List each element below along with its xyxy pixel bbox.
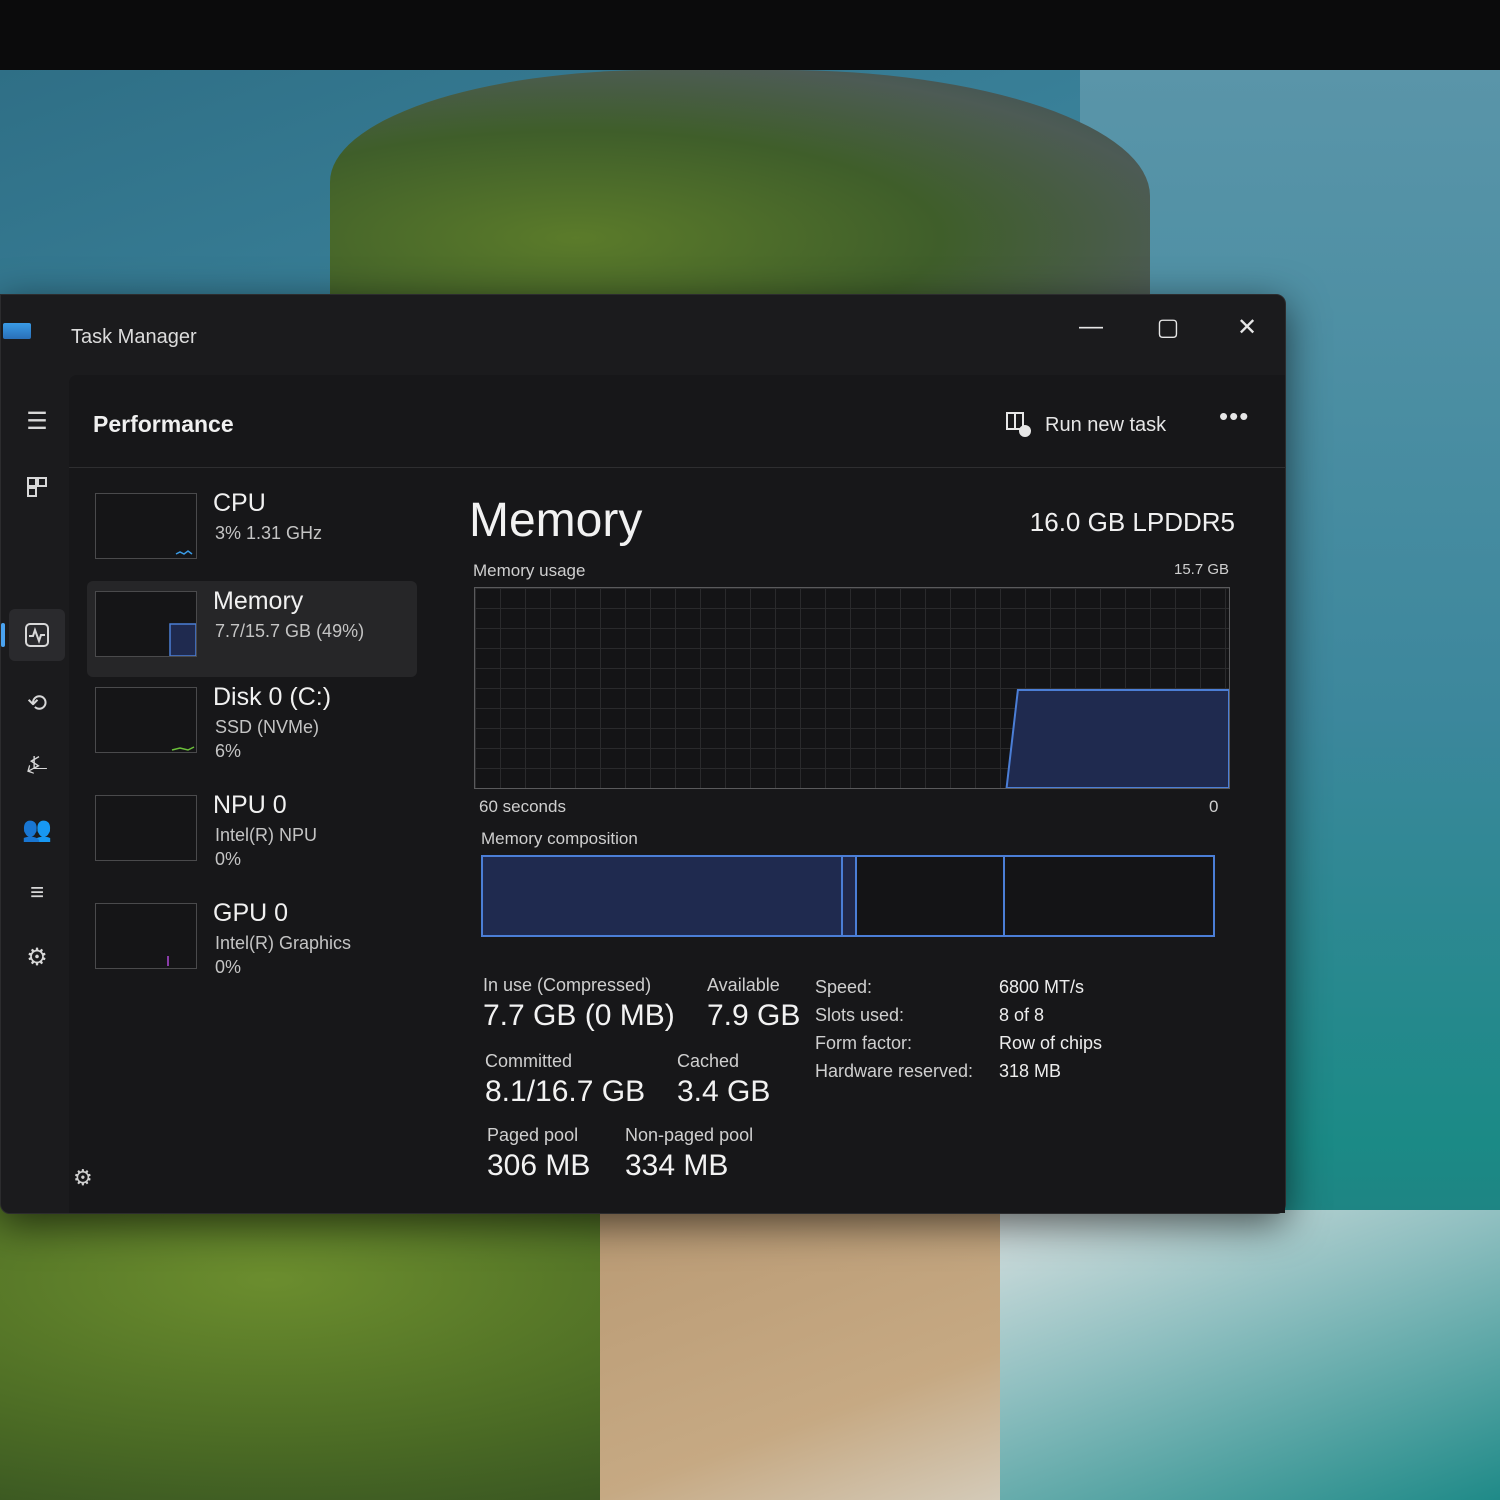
device-stat: 0% <box>215 849 242 869</box>
run-task-icon <box>1006 412 1031 437</box>
memory-usage-label: Memory usage <box>473 561 586 580</box>
composition-standby <box>857 857 1005 935</box>
maximize-button[interactable]: ▢ <box>1138 303 1198 351</box>
device-disk[interactable]: Disk 0 (C:) SSD (NVMe) 6% <box>87 677 417 773</box>
form-factor-label: Form factor: <box>815 1033 913 1053</box>
device-name: NPU 0 <box>213 791 287 819</box>
device-type: Intel(R) Graphics <box>215 933 352 953</box>
device-gpu[interactable]: GPU 0 Intel(R) Graphics 0% <box>87 893 417 989</box>
zero-axis-label: 0 <box>1209 797 1219 816</box>
form-factor-value: Row of chips <box>999 1033 1103 1053</box>
services-icon[interactable]: ⚙ <box>9 931 65 983</box>
app-history-icon[interactable]: ⟲ <box>9 677 65 729</box>
gpu-thumbnail-graph <box>95 903 197 969</box>
memory-thumbnail-graph <box>95 591 197 657</box>
composition-free <box>1005 857 1213 935</box>
device-cpu[interactable]: CPU 3% 1.31 GHz <box>87 483 417 579</box>
device-name: Memory <box>213 587 304 615</box>
available-label: Available <box>707 975 780 995</box>
startup-icon[interactable]: ⍼ <box>9 739 65 791</box>
window-title: Task Manager <box>71 326 197 348</box>
run-new-task-label: Run new task <box>1045 413 1167 436</box>
page-title: Performance <box>93 411 234 437</box>
navigation-rail: ☰ ⟲ ⍼ 👥 ≡ ⚙ <box>1 375 69 1213</box>
committed-label: Committed <box>485 1051 573 1071</box>
device-stat: 0% <box>215 957 242 977</box>
cpu-mini-chart <box>175 550 193 555</box>
content-pane: Performance Run new task ••• CPU 3% 1.31… <box>69 375 1285 1213</box>
task-manager-window: Task Manager — ▢ ✕ ☰ ⟲ ⍼ 👥 ≡ ⚙ Performan… <box>0 294 1286 1214</box>
performance-icon[interactable] <box>9 609 65 661</box>
device-stat: 6% <box>215 741 242 761</box>
speed-value: 6800 MT/s <box>999 977 1085 997</box>
memory-mini-chart <box>169 623 197 657</box>
gpu-mini-chart <box>167 956 169 966</box>
paged-pool-label: Paged pool <box>487 1125 579 1145</box>
paged-pool-value: 306 MB <box>487 1149 591 1182</box>
device-stat: 7.7/15.7 GB (49%) <box>215 621 365 641</box>
cached-label: Cached <box>677 1051 740 1071</box>
cached-value: 3.4 GB <box>677 1075 771 1108</box>
details-icon[interactable]: ≡ <box>9 867 65 919</box>
active-indicator <box>1 623 5 647</box>
speed-label: Speed: <box>815 977 873 997</box>
non-paged-pool-label: Non-paged pool <box>625 1125 754 1145</box>
non-paged-pool-value: 334 MB <box>625 1149 729 1182</box>
disk-mini-chart <box>171 746 195 751</box>
hamburger-icon[interactable]: ☰ <box>9 395 65 447</box>
memory-usage-max: 15.7 GB <box>1174 561 1230 578</box>
composition-modified <box>842 857 857 935</box>
device-type: SSD (NVMe) <box>215 717 320 737</box>
task-manager-app-icon <box>3 323 31 339</box>
device-memory[interactable]: Memory 7.7/15.7 GB (49%) <box>87 581 417 677</box>
device-stat: 3% 1.31 GHz <box>215 523 323 543</box>
close-button[interactable]: ✕ <box>1217 303 1277 351</box>
settings-icon[interactable]: ⚙ <box>73 1165 93 1191</box>
composition-in-use <box>483 857 843 935</box>
detail-title: Memory <box>469 494 643 547</box>
users-icon[interactable]: 👥 <box>9 803 65 855</box>
processes-glyph <box>27 477 47 497</box>
memory-composition-label: Memory composition <box>481 829 638 848</box>
slots-label: Slots used: <box>815 1005 905 1025</box>
hardware-reserved-value: 318 MB <box>999 1061 1062 1081</box>
monitor-bezel <box>0 0 1500 70</box>
processes-icon[interactable] <box>9 461 65 513</box>
memory-usage-graph <box>474 587 1230 789</box>
slots-value: 8 of 8 <box>999 1005 1045 1025</box>
memory-type: 16.0 GB LPDDR5 <box>1029 507 1235 537</box>
page-header: Performance Run new task ••• <box>69 375 1285 468</box>
surf-area <box>1000 1210 1500 1500</box>
in-use-value: 7.7 GB (0 MB) <box>483 999 675 1032</box>
minimize-button[interactable]: — <box>1061 303 1121 351</box>
performance-glyph <box>25 623 49 647</box>
hardware-reserved-label: Hardware reserved: <box>815 1061 974 1081</box>
cpu-thumbnail-graph <box>95 493 197 559</box>
title-bar[interactable]: Task Manager — ▢ ✕ <box>1 295 1285 375</box>
disk-thumbnail-graph <box>95 687 197 753</box>
memory-composition-bar <box>481 855 1215 937</box>
npu-thumbnail-graph <box>95 795 197 861</box>
device-type: Intel(R) NPU <box>215 825 318 845</box>
device-name: GPU 0 <box>213 899 289 927</box>
memory-usage-area <box>1005 689 1230 789</box>
device-name: Disk 0 (C:) <box>213 683 332 711</box>
time-axis-label: 60 seconds <box>479 797 566 816</box>
run-new-task-button[interactable]: Run new task <box>1005 405 1166 445</box>
available-value: 7.9 GB <box>707 999 801 1032</box>
device-npu[interactable]: NPU 0 Intel(R) NPU 0% <box>87 785 417 881</box>
memory-usage-chart <box>1005 689 1230 789</box>
device-name: CPU <box>213 489 266 517</box>
more-options-icon[interactable]: ••• <box>1219 401 1249 432</box>
in-use-label: In use (Compressed) <box>483 975 652 995</box>
committed-value: 8.1/16.7 GB <box>485 1075 646 1108</box>
